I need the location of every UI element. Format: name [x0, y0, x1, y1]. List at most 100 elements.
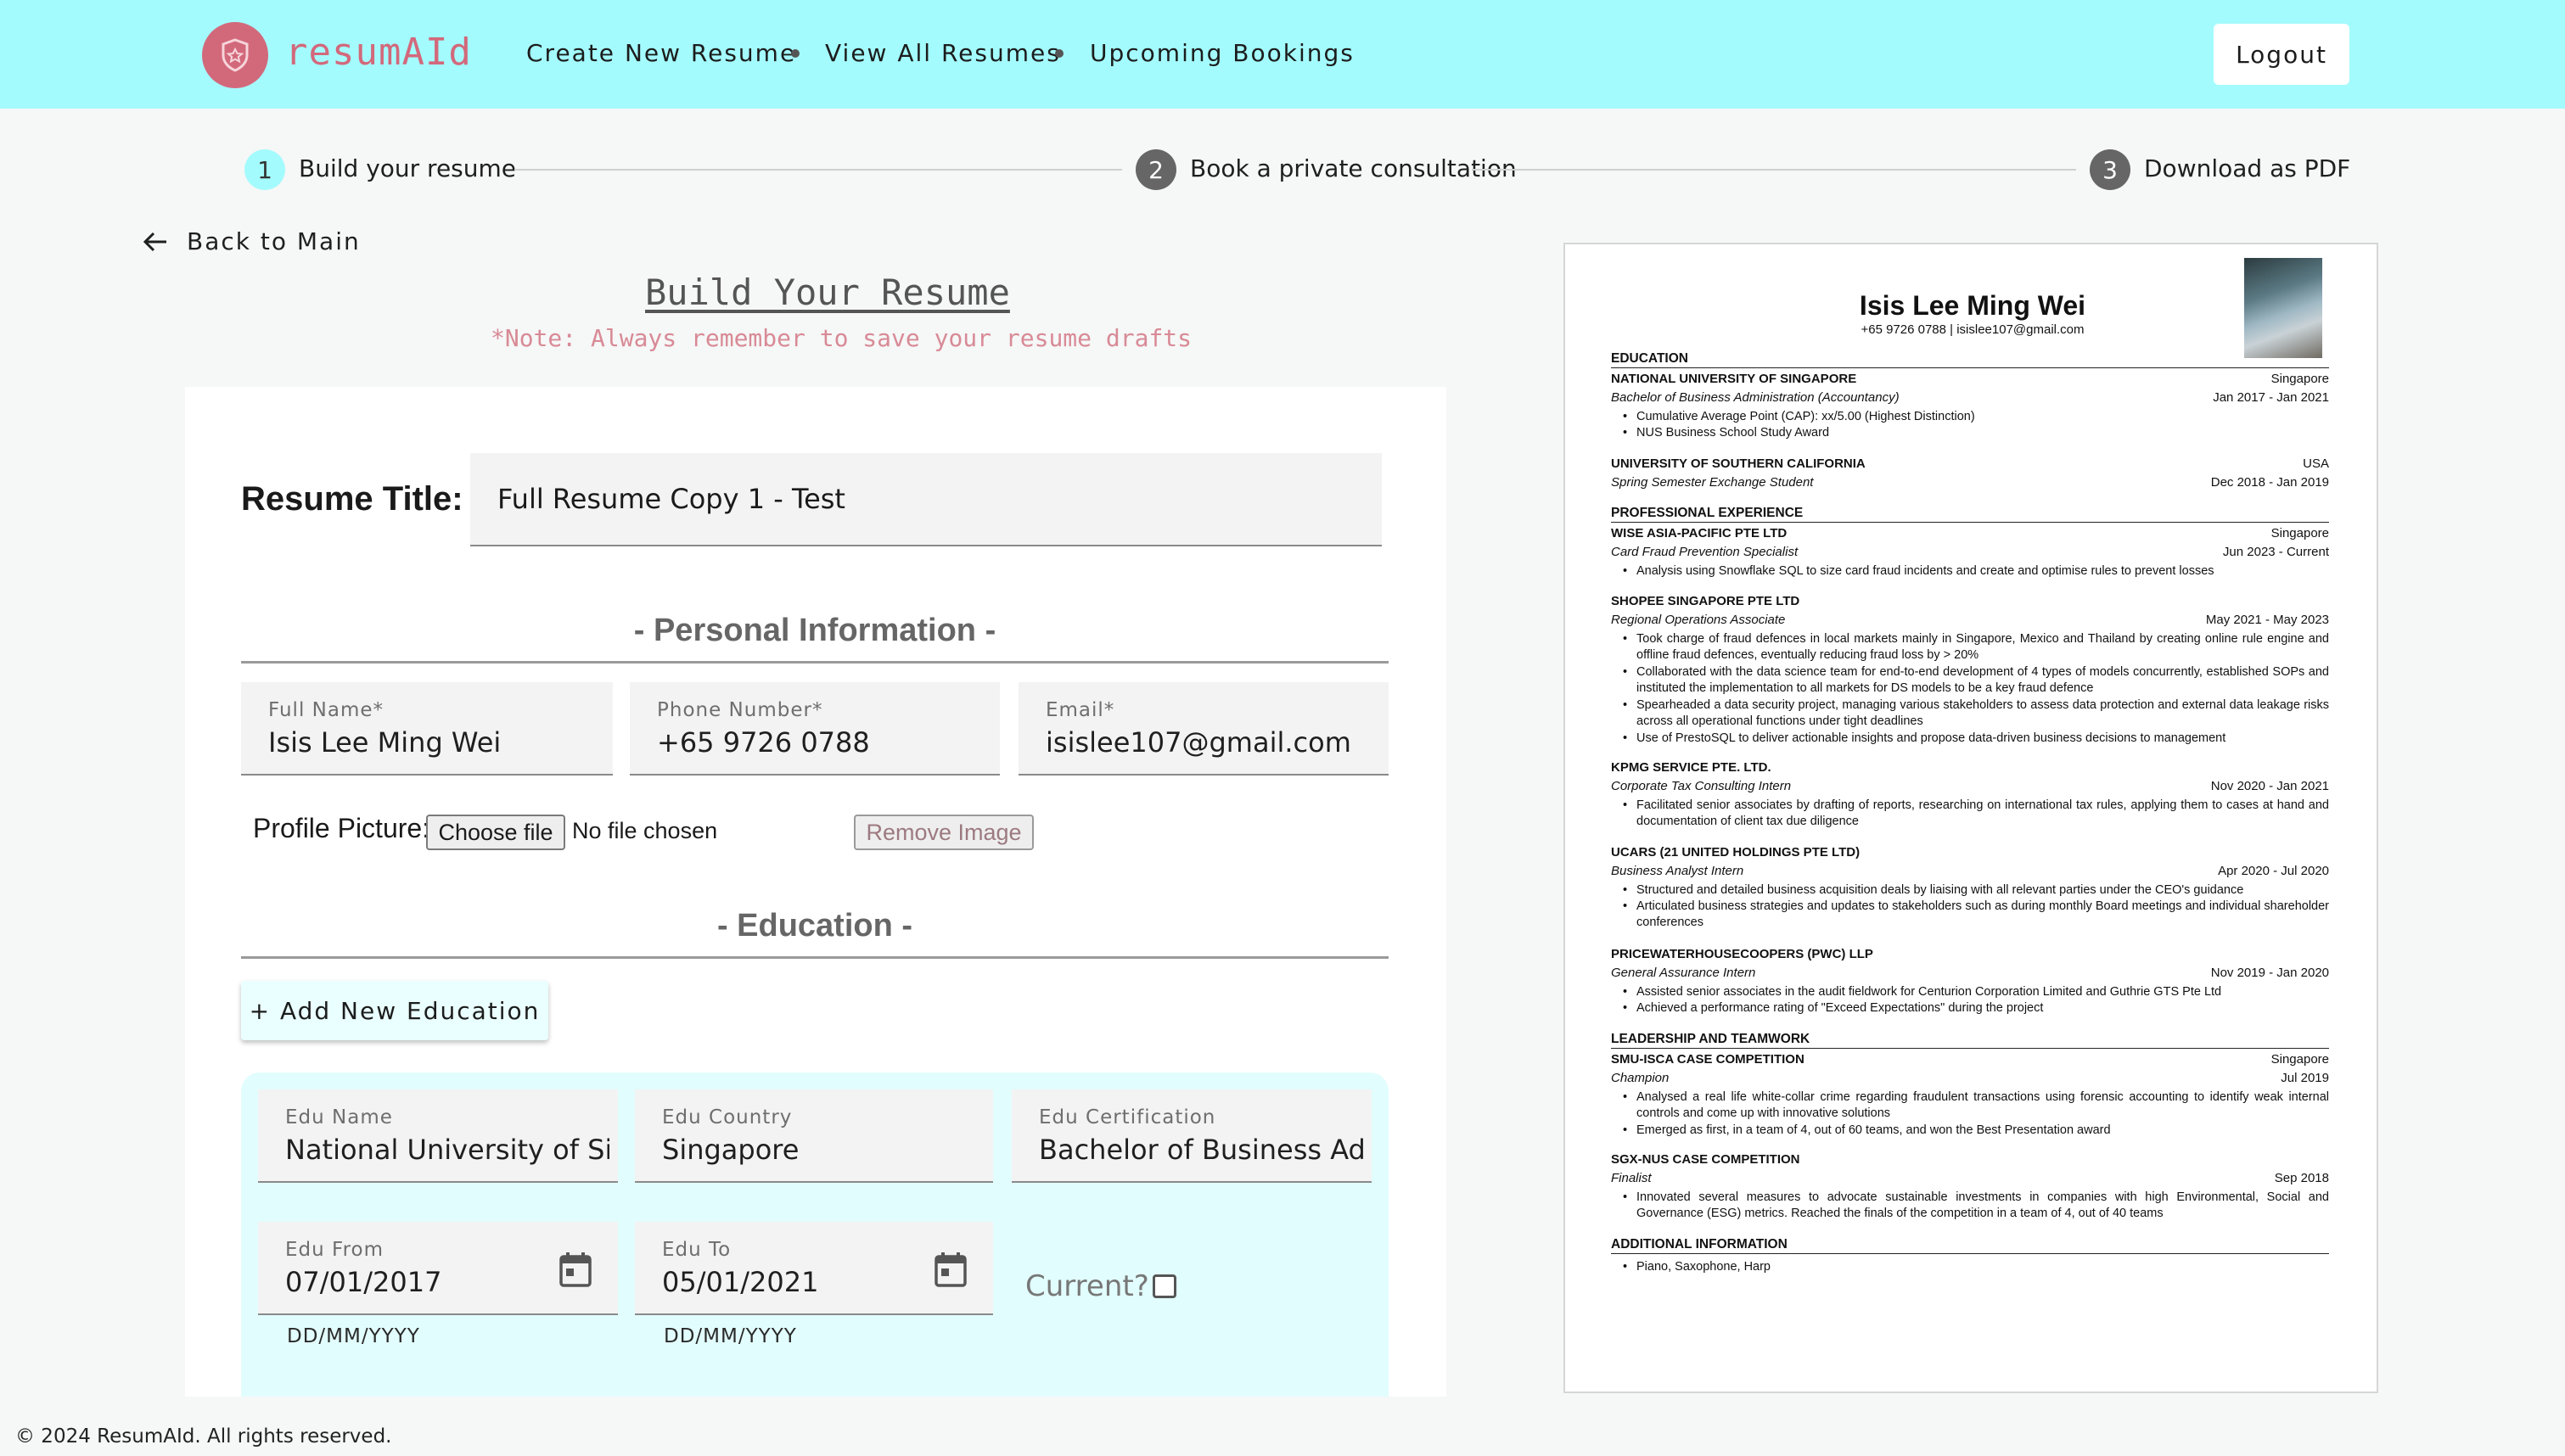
edu-to-field[interactable]: Edu To 05/01/2021 [635, 1222, 993, 1315]
arrow-left-icon [143, 232, 166, 251]
preview-section-experience: PROFESSIONAL EXPERIENCE [1611, 506, 2329, 523]
preview-section-leadership: LEADERSHIP AND TEAMWORK [1611, 1032, 2329, 1049]
phone-number-field[interactable]: Phone Number* +65 9726 0788 [630, 682, 1000, 776]
edu-name-label: Edu Name [285, 1106, 393, 1128]
no-file-chosen-text: No file chosen [572, 818, 718, 843]
edu-from-format-hint: DD/MM/YYYY [287, 1325, 420, 1347]
full-name-label: Full Name* [268, 699, 384, 721]
preview-lead2-role: Finalist Sep 2018 [1611, 1171, 2329, 1185]
resume-form-card: Resume Title: Full Resume Copy 1 - Test … [185, 387, 1446, 1397]
resume-preview: Isis Lee Ming Wei +65 9726 0788 | isisle… [1563, 243, 2378, 1393]
step-1-label: Build your resume [299, 154, 517, 182]
nav-separator-dot [1055, 49, 1064, 58]
preview-bullet: Innovated several measures to advocate s… [1623, 1190, 2329, 1222]
email-value[interactable]: isislee107@gmail.com [1046, 726, 1380, 759]
step-connector [514, 169, 1122, 171]
footer-copyright: © 2024 ResumAId. All rights reserved. [15, 1425, 392, 1448]
edu-certification-label: Edu Certification [1039, 1106, 1216, 1128]
preview-contact: +65 9726 0788 | isislee107@gmail.com [1861, 322, 2085, 337]
preview-exp4-role: Business Analyst Intern Apr 2020 - Jul 20… [1611, 864, 2329, 878]
step-3-label: Download as PDF [2144, 154, 2351, 182]
preview-exp5-header: PRICEWATERHOUSECOOPERS (PWC) LLP [1611, 947, 1873, 961]
top-navbar: resumAId Create New Resume View All Resu… [0, 0, 2565, 109]
preview-exp1-role: Card Fraud Prevention Specialist Jun 2023… [1611, 545, 2329, 559]
back-link-label: Back to Main [187, 227, 361, 255]
preview-bullet: Use of PrestoSQL to deliver actionable i… [1623, 731, 2329, 747]
preview-bullet: Collaborated with the data science team … [1623, 664, 2329, 697]
step-2-number: 2 [1136, 149, 1176, 190]
email-field[interactable]: Email* isislee107@gmail.com [1019, 682, 1389, 776]
edu-country-label: Edu Country [662, 1106, 793, 1128]
preview-exp5-role: General Assurance Intern Nov 2019 - Jan 2… [1611, 966, 2329, 980]
phone-number-value[interactable]: +65 9726 0788 [657, 726, 991, 759]
edu-certification-value[interactable]: Bachelor of Business Administration (Acc… [1039, 1134, 1363, 1166]
current-checkbox[interactable] [1153, 1274, 1176, 1298]
add-new-education-button[interactable]: + Add New Education [241, 981, 548, 1040]
preview-exp1-header: WISE ASIA-PACIFIC PTE LTD Singapore [1611, 526, 2329, 540]
back-to-main-link[interactable]: Back to Main [143, 227, 361, 255]
preview-bullet: Articulated business strategies and upda… [1623, 899, 2329, 931]
nav-upcoming-bookings[interactable]: Upcoming Bookings [1090, 39, 1355, 67]
preview-bullet: Cumulative Average Point (CAP): xx/5.00 … [1623, 409, 2329, 425]
phone-number-label: Phone Number* [657, 699, 823, 721]
preview-lead1-header: SMU-ISCA CASE COMPETITION Singapore [1611, 1052, 2329, 1067]
email-label: Email* [1046, 699, 1115, 721]
edu-to-format-hint: DD/MM/YYYY [664, 1325, 797, 1347]
edu-country-value[interactable]: Singapore [662, 1134, 985, 1166]
preview-edu2-role: Spring Semester Exchange Student Dec 2018… [1611, 475, 2329, 490]
preview-exp2-role: Regional Operations Associate May 2021 - … [1611, 613, 2329, 627]
preview-exp2-header: SHOPEE SINGAPORE PTE LTD [1611, 594, 1800, 608]
step-3-number: 3 [2090, 149, 2130, 190]
preview-edu2-header: UNIVERSITY OF SOUTHERN CALIFORNIA USA [1611, 456, 2329, 471]
nav-create-new-resume[interactable]: Create New Resume [526, 39, 796, 67]
personal-info-heading: - Personal Information - [241, 613, 1389, 664]
preview-section-education: EDUCATION [1611, 351, 2329, 368]
edu-from-label: Edu From [285, 1239, 384, 1261]
preview-bullet: Spearheaded a data security project, man… [1623, 697, 2329, 730]
preview-bullet: Emerged as first, in a team of 4, out of… [1623, 1123, 2329, 1139]
step-2-label: Book a private consultation [1190, 154, 1517, 182]
preview-bullet: Took charge of fraud defences in local m… [1623, 631, 2329, 664]
resume-title-label: Resume Title: [241, 480, 463, 518]
calendar-icon[interactable] [934, 1251, 968, 1288]
edu-certification-field[interactable]: Edu Certification Bachelor of Business A… [1012, 1089, 1372, 1183]
save-draft-note: *Note: Always remember to save your resu… [491, 324, 1193, 352]
resume-title-input[interactable]: Full Resume Copy 1 - Test [470, 453, 1382, 546]
preview-bullet: Achieved a performance rating of "Exceed… [1623, 1000, 2329, 1016]
preview-bullet: Analysis using Snowflake SQL to size car… [1623, 563, 2329, 580]
preview-bullet: NUS Business School Study Award [1623, 425, 2329, 441]
nav-separator-dot [791, 49, 800, 58]
preview-bullet: Analysed a real life white-collar crime … [1623, 1089, 2329, 1122]
preview-bullet: Assisted senior associates in the audit … [1623, 984, 2329, 1000]
preview-edu1-role: Bachelor of Business Administration (Acc… [1611, 390, 2329, 405]
preview-exp3-header: KPMG SERVICE PTE. LTD. [1611, 760, 1771, 775]
step-connector [1472, 169, 2076, 171]
logout-button[interactable]: Logout [2214, 24, 2349, 85]
profile-picture-label: Profile Picture: [253, 813, 430, 843]
full-name-field[interactable]: Full Name* Isis Lee Ming Wei [241, 682, 613, 776]
current-checkbox-label: Current? [1025, 1269, 1149, 1303]
preview-edu1-header: NATIONAL UNIVERSITY OF SINGAPORE Singapor… [1611, 372, 2329, 386]
preview-section-additional: ADDITIONAL INFORMATION [1611, 1237, 2329, 1254]
page-title: Build Your Resume [645, 272, 1010, 313]
education-heading: - Education - [241, 908, 1389, 959]
edu-from-value[interactable]: 07/01/2017 [285, 1266, 542, 1298]
shield-logo-icon[interactable] [202, 22, 268, 88]
edu-to-value[interactable]: 05/01/2021 [662, 1266, 917, 1298]
brand-name[interactable]: resumAId [285, 31, 472, 74]
choose-file-button[interactable]: Choose file [426, 815, 565, 850]
edu-name-value[interactable]: National University of Singapore [285, 1134, 609, 1166]
calendar-icon[interactable] [558, 1251, 592, 1288]
nav-view-all-resumes[interactable]: View All Resumes [825, 39, 1061, 67]
preview-bullet: Piano, Saxophone, Harp [1623, 1259, 2329, 1275]
edu-country-field[interactable]: Edu Country Singapore [635, 1089, 993, 1183]
edu-from-field[interactable]: Edu From 07/01/2017 [258, 1222, 618, 1315]
preview-lead2-header: SGX-NUS CASE COMPETITION [1611, 1152, 1800, 1167]
edu-name-field[interactable]: Edu Name National University of Singapor… [258, 1089, 618, 1183]
full-name-value[interactable]: Isis Lee Ming Wei [268, 726, 604, 759]
preview-bullet: Facilitated senior associates by draftin… [1623, 798, 2329, 830]
remove-image-button[interactable]: Remove Image [854, 815, 1034, 850]
preview-exp4-header: UCARS (21 UNITED HOLDINGS PTE LTD) [1611, 845, 1861, 860]
preview-lead1-role: Champion Jul 2019 [1611, 1071, 2329, 1085]
edu-to-label: Edu To [662, 1239, 732, 1261]
